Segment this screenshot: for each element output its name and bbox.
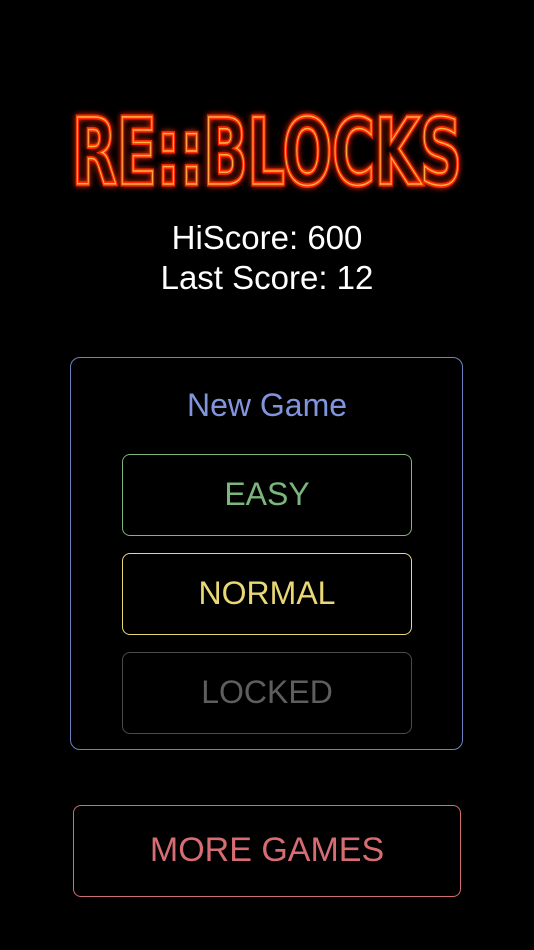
logo-text-inner: RE::BLOCKS — [72, 100, 462, 200]
easy-button[interactable]: EASY — [122, 454, 412, 536]
locked-button[interactable]: LOCKED — [122, 652, 412, 734]
last-score-text: Last Score: 12 — [160, 259, 374, 296]
new-game-title: New Game — [186, 387, 348, 423]
more-games-button[interactable]: MORE GAMES — [73, 805, 461, 897]
hiscore-text: HiScore: 600 — [171, 219, 363, 256]
normal-button[interactable]: NORMAL — [122, 553, 412, 635]
game-logo: RE::BLOCKS RE::BLOCKS — [0, 100, 534, 200]
